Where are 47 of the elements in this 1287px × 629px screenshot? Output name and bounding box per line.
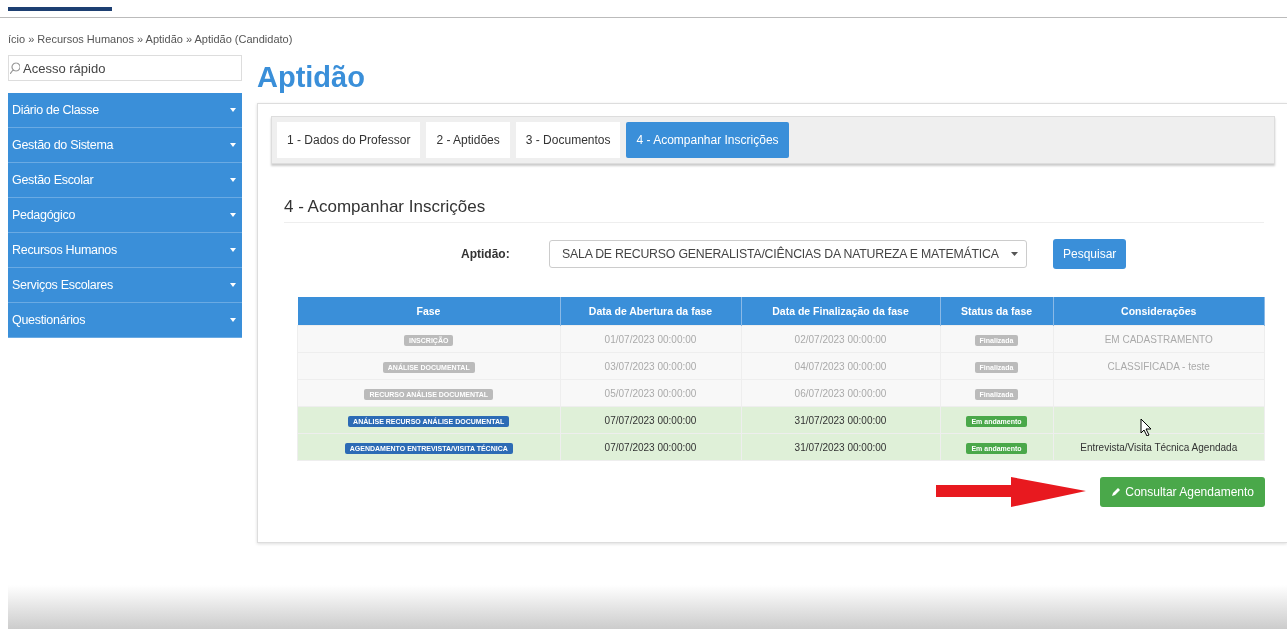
caret-icon <box>230 318 236 322</box>
cursor-icon <box>1140 418 1152 436</box>
caret-icon <box>230 283 236 287</box>
caret-icon <box>230 213 236 217</box>
caret-icon <box>230 248 236 252</box>
table-cell: 03/07/2023 00:00:00 <box>604 360 697 372</box>
breadcrumb: ício » Recursos Humanos » Aptidão » Aptidão (Candidato) <box>7 32 294 46</box>
column-header: Status da fase <box>940 297 1053 326</box>
search-field[interactable]: Acesso rápido <box>8 55 242 81</box>
column-header: Data de Abertura da fase <box>560 297 741 326</box>
table-cell: 31/07/2023 00:00:00 <box>794 414 887 426</box>
tab[interactable]: 1 - Dados do Professor <box>277 122 421 158</box>
table-cell: 07/07/2023 00:00:00 <box>604 441 697 453</box>
sidebar-item[interactable]: Diário de Classe <box>8 93 242 128</box>
sidebar-item[interactable]: Recursos Humanos <box>8 233 242 268</box>
page-title: Aptidão <box>257 60 366 95</box>
table-cell: EM CADASTRAMENTO <box>1104 333 1213 345</box>
field-label: Aptidão: <box>461 247 511 261</box>
column-header: Fase <box>297 297 560 326</box>
aptitude-dropdown[interactable]: SALA DE RECURSO GENERALISTA/CIÊNCIAS DA NATUREZA E MATEMÁTICA <box>549 240 1027 268</box>
table-cell: 01/07/2023 00:00:00 <box>604 333 697 345</box>
tab[interactable]: 3 - Documentos <box>515 122 621 158</box>
table-cell: 31/07/2023 00:00:00 <box>794 441 887 453</box>
section-title: 4 - Acompanhar Inscrições <box>284 197 1264 223</box>
table-cell: 02/07/2023 00:00:00 <box>794 333 887 345</box>
sidebar-item[interactable]: Serviços Escolares <box>8 268 242 303</box>
caret-icon <box>230 178 236 182</box>
table-cell: 05/07/2023 00:00:00 <box>604 387 697 399</box>
sidebar-item[interactable]: Questionários <box>8 303 242 338</box>
sidebar-item[interactable]: Gestão do Sistema <box>8 128 242 163</box>
column-header: Data de Finalização da fase <box>741 297 940 326</box>
tab[interactable]: 2 - Aptidões <box>426 122 510 158</box>
caret-icon <box>230 143 236 147</box>
search-button[interactable]: Pesquisar <box>1053 239 1127 269</box>
sidebar-item[interactable]: Gestão Escolar <box>8 163 242 198</box>
table-cell: 06/07/2023 00:00:00 <box>794 387 887 399</box>
consult-button[interactable]: Consultar Agendamento <box>1100 477 1265 507</box>
tab[interactable]: 4 - Acompanhar Inscrições <box>626 122 789 158</box>
sidebar-item[interactable]: Pedagógico <box>8 198 242 233</box>
table-cell: 04/07/2023 00:00:00 <box>794 360 887 372</box>
pencil-icon <box>1111 487 1122 497</box>
table-cell: 07/07/2023 00:00:00 <box>604 414 697 426</box>
column-header: Considerações <box>1053 297 1265 326</box>
table-cell: CLASSIFICADA - teste <box>1107 360 1210 372</box>
caret-icon <box>1011 252 1018 256</box>
table-cell: Entrevista/Visita Técnica Agendada <box>1080 441 1238 453</box>
caret-icon <box>230 108 236 112</box>
